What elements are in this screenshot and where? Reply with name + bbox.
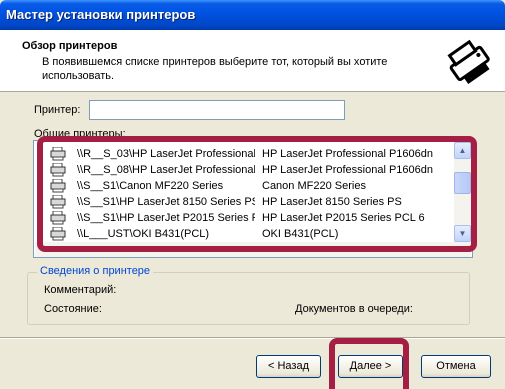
- page-title: Обзор принтеров: [22, 40, 118, 52]
- queue-label: Документов в очереди:: [295, 303, 413, 315]
- status-label: Состояние:: [44, 303, 102, 315]
- list-highlight-frame: [37, 136, 477, 252]
- printer-info-title: Сведения о принтере: [37, 265, 154, 277]
- printer-info-group: [27, 272, 470, 325]
- window-title: Мастер установки принтеров: [6, 7, 196, 22]
- wizard-header: Обзор принтеров В появившемся списке при…: [0, 30, 505, 92]
- comments-label: Комментарий:: [44, 284, 117, 296]
- title-bar: Мастер установки принтеров: [0, 0, 505, 30]
- cancel-button[interactable]: Отмена: [421, 355, 491, 378]
- printer-wizard-icon: [441, 34, 495, 88]
- page-description: В появившемся списке принтеров выберите …: [42, 56, 388, 82]
- back-button[interactable]: < Назад: [256, 355, 321, 378]
- printer-label: Принтер:: [34, 104, 81, 116]
- button-separator: [0, 337, 505, 339]
- next-highlight-frame: [329, 338, 409, 389]
- printer-input[interactable]: [89, 100, 345, 120]
